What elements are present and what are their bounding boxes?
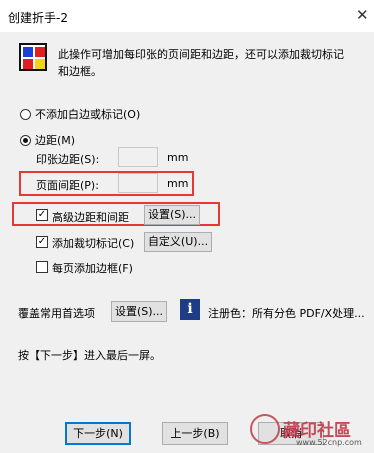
border-checkbox[interactable]: [36, 261, 48, 273]
page-spacing-unit: mm: [167, 177, 189, 190]
no-margin-radio[interactable]: [20, 109, 31, 120]
preferences-label: 覆盖常用首选项: [18, 307, 95, 320]
margin-radio[interactable]: [20, 135, 31, 146]
watermark-url: www.52cnp.com: [296, 438, 362, 447]
no-margin-label[interactable]: 不添加白边或标记(O): [35, 106, 140, 122]
page-spacing-label: 页面间距(P):: [36, 179, 99, 192]
next-button[interactable]: 下一步(N): [65, 422, 131, 445]
crop-marks-label[interactable]: 添加裁切标记(C): [52, 235, 134, 251]
sheet-margin-input[interactable]: [118, 147, 158, 167]
crop-marks-customize-button[interactable]: 自定义(U)...: [144, 232, 212, 252]
crop-marks-checkbox[interactable]: ✓: [36, 236, 48, 248]
window-title: 创建折手-2: [8, 11, 68, 25]
preferences-settings-button[interactable]: 设置(S)...: [111, 301, 167, 322]
info-icon: i: [180, 299, 200, 320]
advanced-label[interactable]: 高级边距和间距: [52, 209, 129, 225]
instruction-text: 按【下一步】进入最后一屏。: [18, 349, 161, 362]
border-label[interactable]: 每页添加边框(F): [52, 260, 133, 276]
advanced-checkbox[interactable]: ✓: [36, 209, 48, 221]
close-icon[interactable]: ✕: [356, 6, 369, 24]
sheet-margin-label: 印张边距(S):: [36, 153, 100, 166]
intro-text-line2: 和边框。: [58, 65, 102, 78]
margin-label[interactable]: 边距(M): [35, 132, 75, 148]
imposition-icon: [19, 43, 47, 71]
preferences-info-text: 注册色：所有分色 PDF/X处理...: [208, 307, 365, 320]
sheet-margin-unit: mm: [167, 151, 189, 164]
intro-text-line1: 此操作可增加每印张的页间距和边距，还可以添加裁切标记: [58, 48, 344, 61]
advanced-settings-button[interactable]: 设置(S)...: [144, 205, 200, 225]
page-spacing-input[interactable]: [118, 173, 158, 193]
back-button[interactable]: 上一步(B): [162, 422, 228, 445]
title-bar: 创建折手-2 ✕: [0, 0, 374, 32]
watermark-logo: [250, 414, 280, 444]
dialog-content: 此操作可增加每印张的页间距和边距，还可以添加裁切标记 和边框。 不添加白边或标记…: [0, 32, 374, 453]
